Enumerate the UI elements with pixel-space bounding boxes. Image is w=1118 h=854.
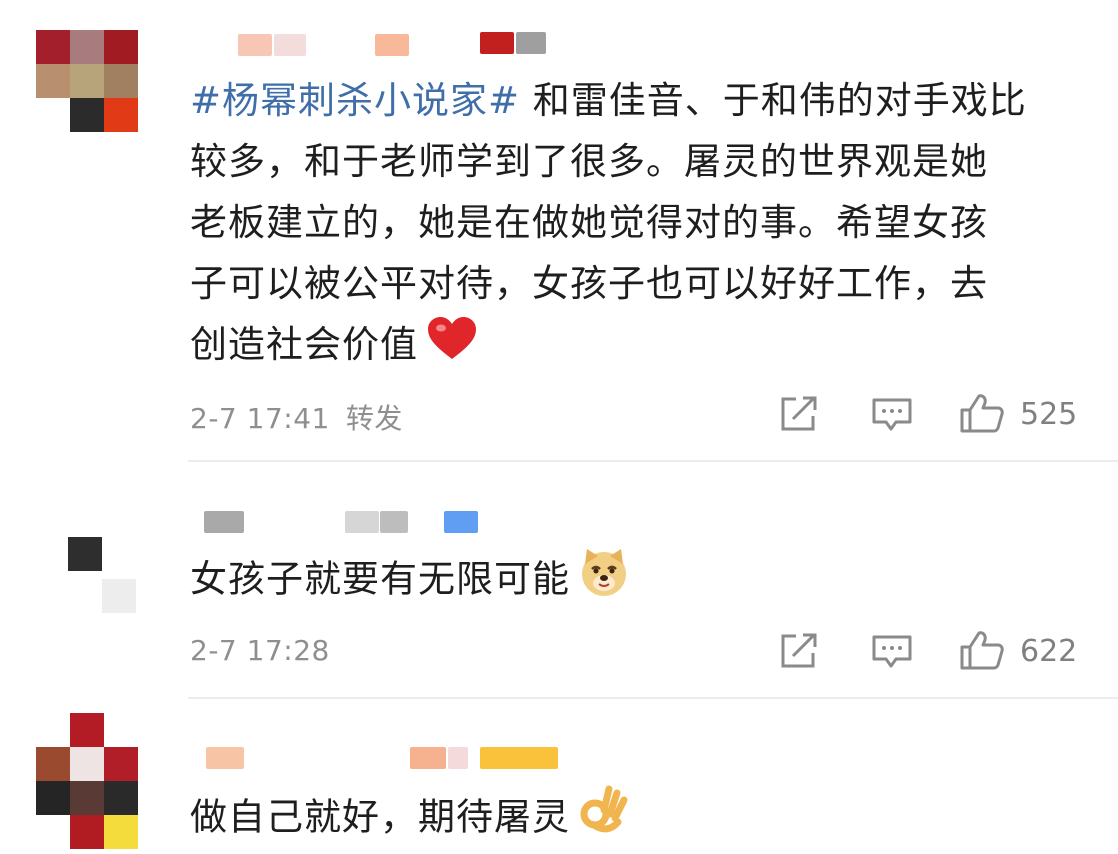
hashtag-link[interactable]: #杨幂刺杀小说家# [190, 79, 520, 122]
like-button[interactable] [960, 630, 1004, 670]
repost-link[interactable]: 转发 [346, 402, 403, 435]
heart-emoji [426, 315, 478, 379]
avatar[interactable] [36, 30, 138, 132]
blurred-username[interactable] [200, 508, 490, 538]
comment-item: 做自己就好，期待屠灵 [0, 700, 1118, 850]
timestamp: 2-7 17:28 [190, 634, 330, 667]
comment-text: 做自己就好，期待屠灵 [190, 784, 1090, 854]
ok-hand-emoji [578, 784, 630, 854]
share-button[interactable] [780, 396, 818, 432]
comment-text: #杨幂刺杀小说家# 和雷佳音、于和伟的对手戏比 较多，和于老师学到了很多。屠灵的… [190, 70, 1090, 379]
comment-text: 女孩子就要有无限可能 [190, 546, 1090, 616]
thumbs-up-icon [960, 394, 1004, 433]
comment-meta: 2-7 17:28 [190, 634, 330, 667]
avatar[interactable] [68, 537, 138, 613]
like-count: 622 [1020, 634, 1078, 669]
share-icon [781, 633, 817, 668]
avatar[interactable] [36, 713, 138, 850]
blurred-username[interactable] [200, 30, 560, 60]
share-icon [781, 396, 817, 431]
blurred-username[interactable] [200, 744, 580, 774]
like-count: 525 [1020, 397, 1078, 432]
comment-icon [872, 398, 912, 431]
comment-item: 女孩子就要有无限可能 2-7 17:28 622 [0, 462, 1118, 698]
comment-body: 做自己就好，期待屠灵 [190, 795, 570, 839]
comment-body: 和雷佳音、于和伟的对手戏比 较多，和于老师学到了很多。屠灵的世界观是她 老板建立… [190, 79, 1027, 366]
comment-item: #杨幂刺杀小说家# 和雷佳音、于和伟的对手戏比 较多，和于老师学到了很多。屠灵的… [0, 0, 1118, 460]
divider [188, 697, 1118, 699]
comment-body: 女孩子就要有无限可能 [190, 557, 570, 601]
doge-emoji [578, 546, 630, 616]
timestamp: 2-7 17:41 [190, 402, 330, 435]
comment-icon [872, 635, 912, 668]
like-button[interactable] [960, 393, 1004, 433]
comment-button[interactable] [872, 635, 912, 669]
thumbs-up-icon [960, 631, 1004, 670]
comment-button[interactable] [872, 398, 912, 432]
share-button[interactable] [780, 633, 818, 669]
comment-meta: 2-7 17:41 转发 [190, 397, 403, 437]
